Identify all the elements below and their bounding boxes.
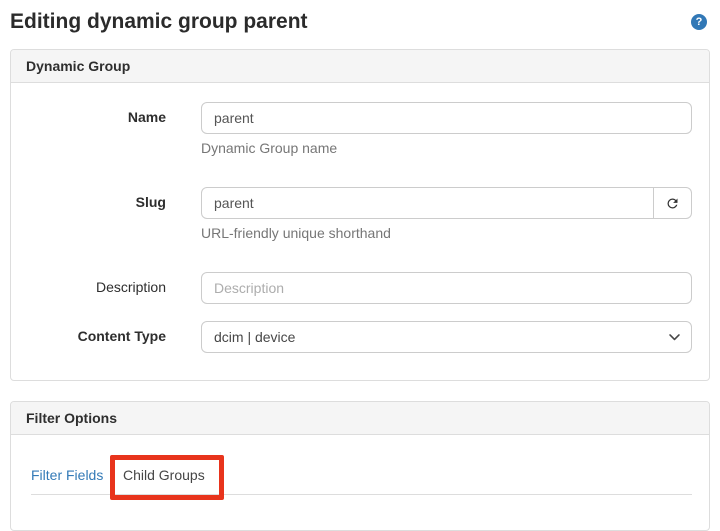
filter-options-panel: Filter Options Filter Fields Child Group… [10,401,710,531]
dynamic-group-panel: Dynamic Group Name Dynamic Group name Sl… [10,49,710,381]
content-type-label: Content Type [26,321,201,353]
description-input[interactable] [201,272,692,304]
description-field-row: Description [26,272,692,304]
regenerate-slug-button[interactable] [654,187,692,219]
tab-item-child-groups: Child Groups [123,457,205,494]
description-label: Description [26,272,201,304]
content-type-field-row: Content Type dcim | device [26,321,692,353]
name-input[interactable] [201,102,692,134]
tab-item-filter-fields: Filter Fields [31,457,123,494]
help-icon[interactable]: ? [691,14,707,30]
slug-label: Slug [26,187,201,241]
name-label: Name [26,102,201,156]
slug-input[interactable] [201,187,654,219]
tab-filter-fields[interactable]: Filter Fields [31,457,123,494]
page-header: Editing dynamic group parent ? [0,0,720,34]
tab-child-groups[interactable]: Child Groups [123,457,205,494]
page-title: Editing dynamic group parent [10,10,308,34]
dynamic-group-panel-title: Dynamic Group [11,50,709,83]
dynamic-group-panel-body: Name Dynamic Group name Slug [11,83,709,380]
filter-options-panel-body: Filter Fields Child Groups [11,435,709,495]
slug-help-text: URL-friendly unique shorthand [201,225,692,241]
content-type-select[interactable]: dcim | device [201,321,692,353]
name-field-row: Name Dynamic Group name [26,102,692,156]
slug-field-row: Slug URL-friendly unique shorthand [26,187,692,241]
refresh-icon [665,196,680,211]
filter-tabs: Filter Fields Child Groups [31,457,692,495]
filter-options-panel-title: Filter Options [11,402,709,435]
name-help-text: Dynamic Group name [201,140,692,156]
